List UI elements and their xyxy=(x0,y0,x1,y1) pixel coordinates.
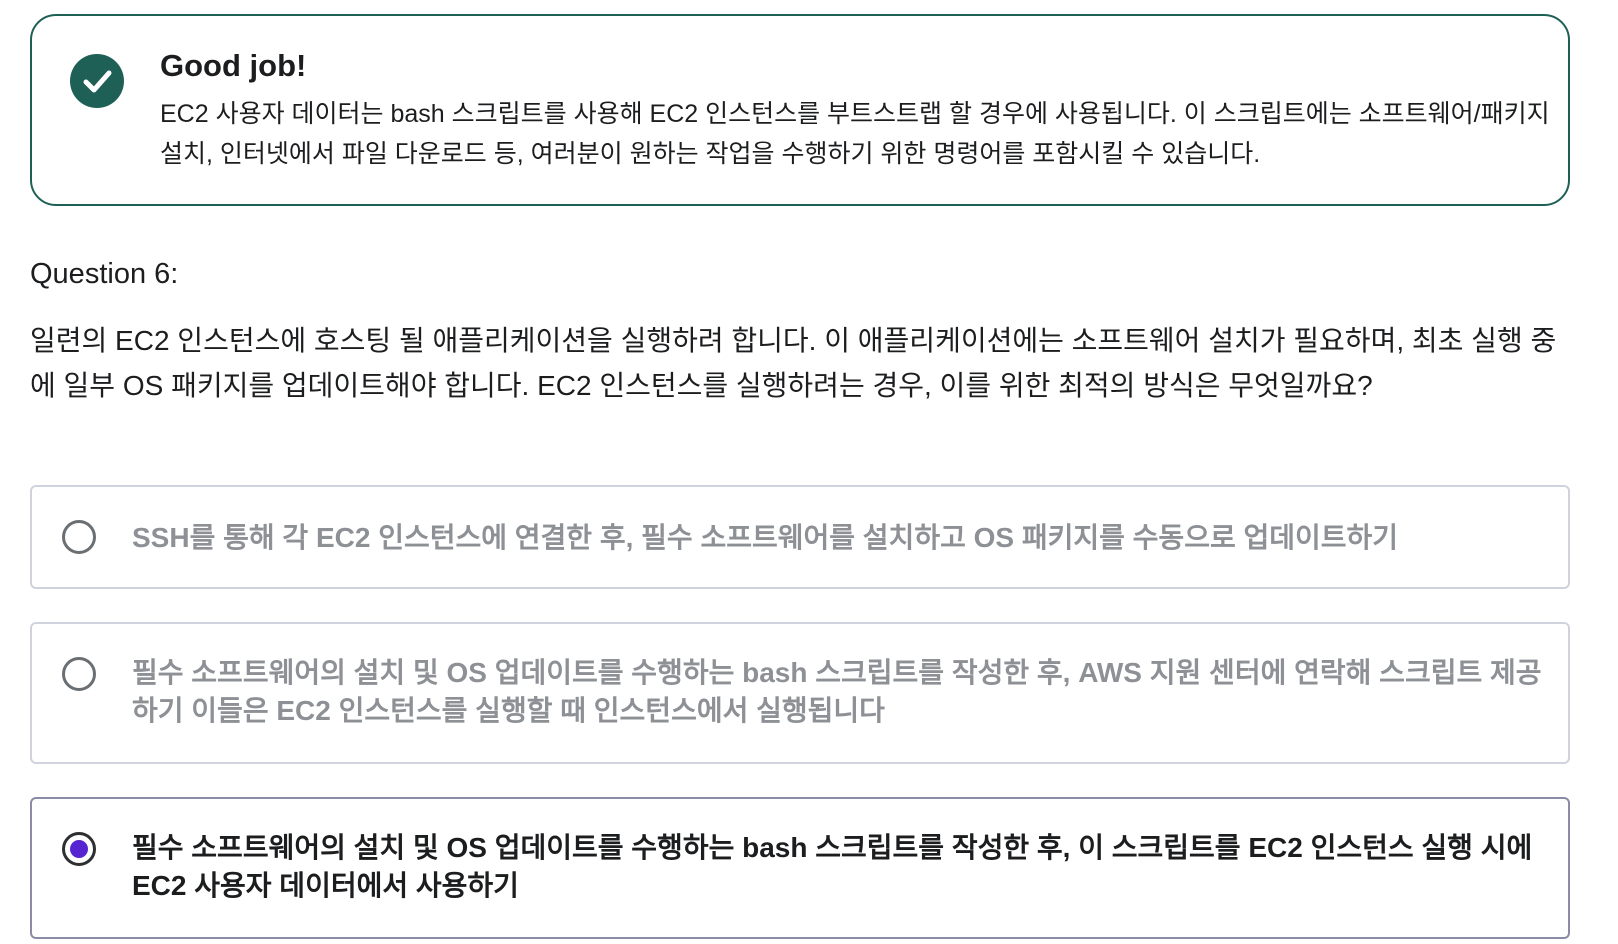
radio-button-selected[interactable] xyxy=(62,832,96,866)
check-circle-icon xyxy=(70,54,124,108)
feedback-explanation: EC2 사용자 데이터는 bash 스크립트를 사용해 EC2 인스턴스를 부트… xyxy=(160,100,1550,168)
answer-option-label: SSH를 통해 각 EC2 인스턴스에 연결한 후, 필수 소프트웨어를 설치하… xyxy=(132,522,1399,553)
question-number: Question 6: xyxy=(30,258,179,290)
feedback-title: Good job! xyxy=(160,48,307,83)
radio-selected-dot xyxy=(70,840,88,858)
answer-option-2[interactable]: 필수 소프트웨어의 설치 및 OS 업데이트를 수행하는 bash 스크립트를 … xyxy=(30,622,1570,764)
radio-button[interactable] xyxy=(62,520,96,554)
answer-option-3[interactable]: 필수 소프트웨어의 설치 및 OS 업데이트를 수행하는 bash 스크립트를 … xyxy=(30,797,1570,939)
answer-option-label: 필수 소프트웨어의 설치 및 OS 업데이트를 수행하는 bash 스크립트를 … xyxy=(132,657,1542,726)
answer-option-label: 필수 소프트웨어의 설치 및 OS 업데이트를 수행하는 bash 스크립트를 … xyxy=(132,832,1533,901)
radio-button[interactable] xyxy=(62,657,96,691)
answer-option-1[interactable]: SSH를 통해 각 EC2 인스턴스에 연결한 후, 필수 소프트웨어를 설치하… xyxy=(30,485,1570,589)
question-prompt: 일련의 EC2 인스턴스에 호스팅 될 애플리케이션을 실행하려 합니다. 이 … xyxy=(30,325,1557,401)
feedback-banner: Good job! EC2 사용자 데이터는 bash 스크립트를 사용해 EC… xyxy=(30,14,1570,206)
